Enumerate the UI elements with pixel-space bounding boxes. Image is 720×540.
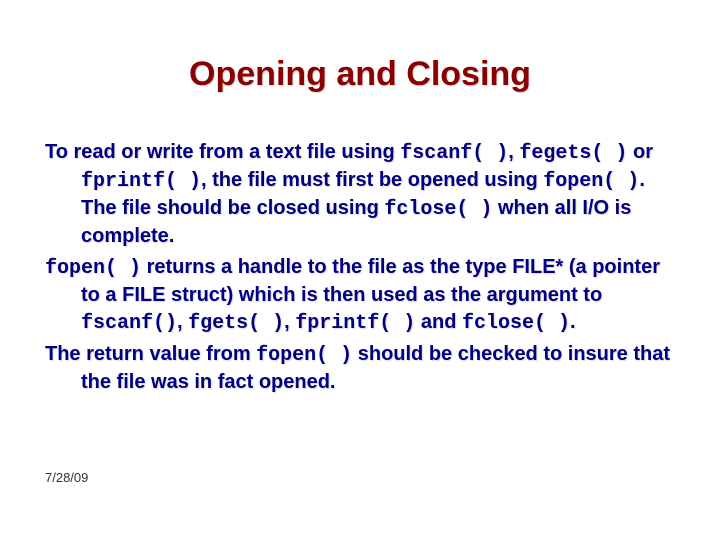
- footer-date: 7/28/09: [45, 470, 88, 485]
- paragraph-1: To read or write from a text file using …: [45, 139, 675, 250]
- text: The return value from: [45, 343, 256, 365]
- paragraph-3: The return value from fopen( ) should be…: [45, 341, 675, 396]
- slide-container: Opening and Closing To read or write fro…: [0, 0, 720, 540]
- text: returns a handle to the file as the type…: [81, 256, 660, 306]
- code-fclose: fclose( ): [384, 198, 492, 221]
- code-fprintf: fprintf( ): [295, 312, 415, 335]
- code-fegets: fegets( ): [519, 142, 627, 165]
- code-fprintf: fprintf( ): [81, 170, 201, 193]
- text: ,: [284, 311, 295, 333]
- code-fscanf: fscanf(): [81, 312, 177, 335]
- code-fgets: fgets( ): [188, 312, 284, 335]
- code-fopen: fopen( ): [543, 170, 639, 193]
- text: To read or write from a text file using: [45, 141, 400, 163]
- code-fscanf: fscanf( ): [400, 142, 508, 165]
- text: and: [415, 311, 462, 333]
- text: ,: [177, 311, 188, 333]
- text: or: [627, 141, 653, 163]
- code-fopen: fopen( ): [45, 257, 141, 280]
- slide-body: To read or write from a text file using …: [45, 139, 675, 396]
- page-title: Opening and Closing: [45, 55, 675, 94]
- paragraph-2: fopen( ) returns a handle to the file as…: [45, 254, 675, 337]
- text: .: [570, 311, 576, 333]
- text: , the file must first be opened using: [201, 169, 543, 191]
- text: ,: [508, 141, 519, 163]
- code-fopen: fopen( ): [256, 344, 352, 367]
- code-fclose: fclose( ): [462, 312, 570, 335]
